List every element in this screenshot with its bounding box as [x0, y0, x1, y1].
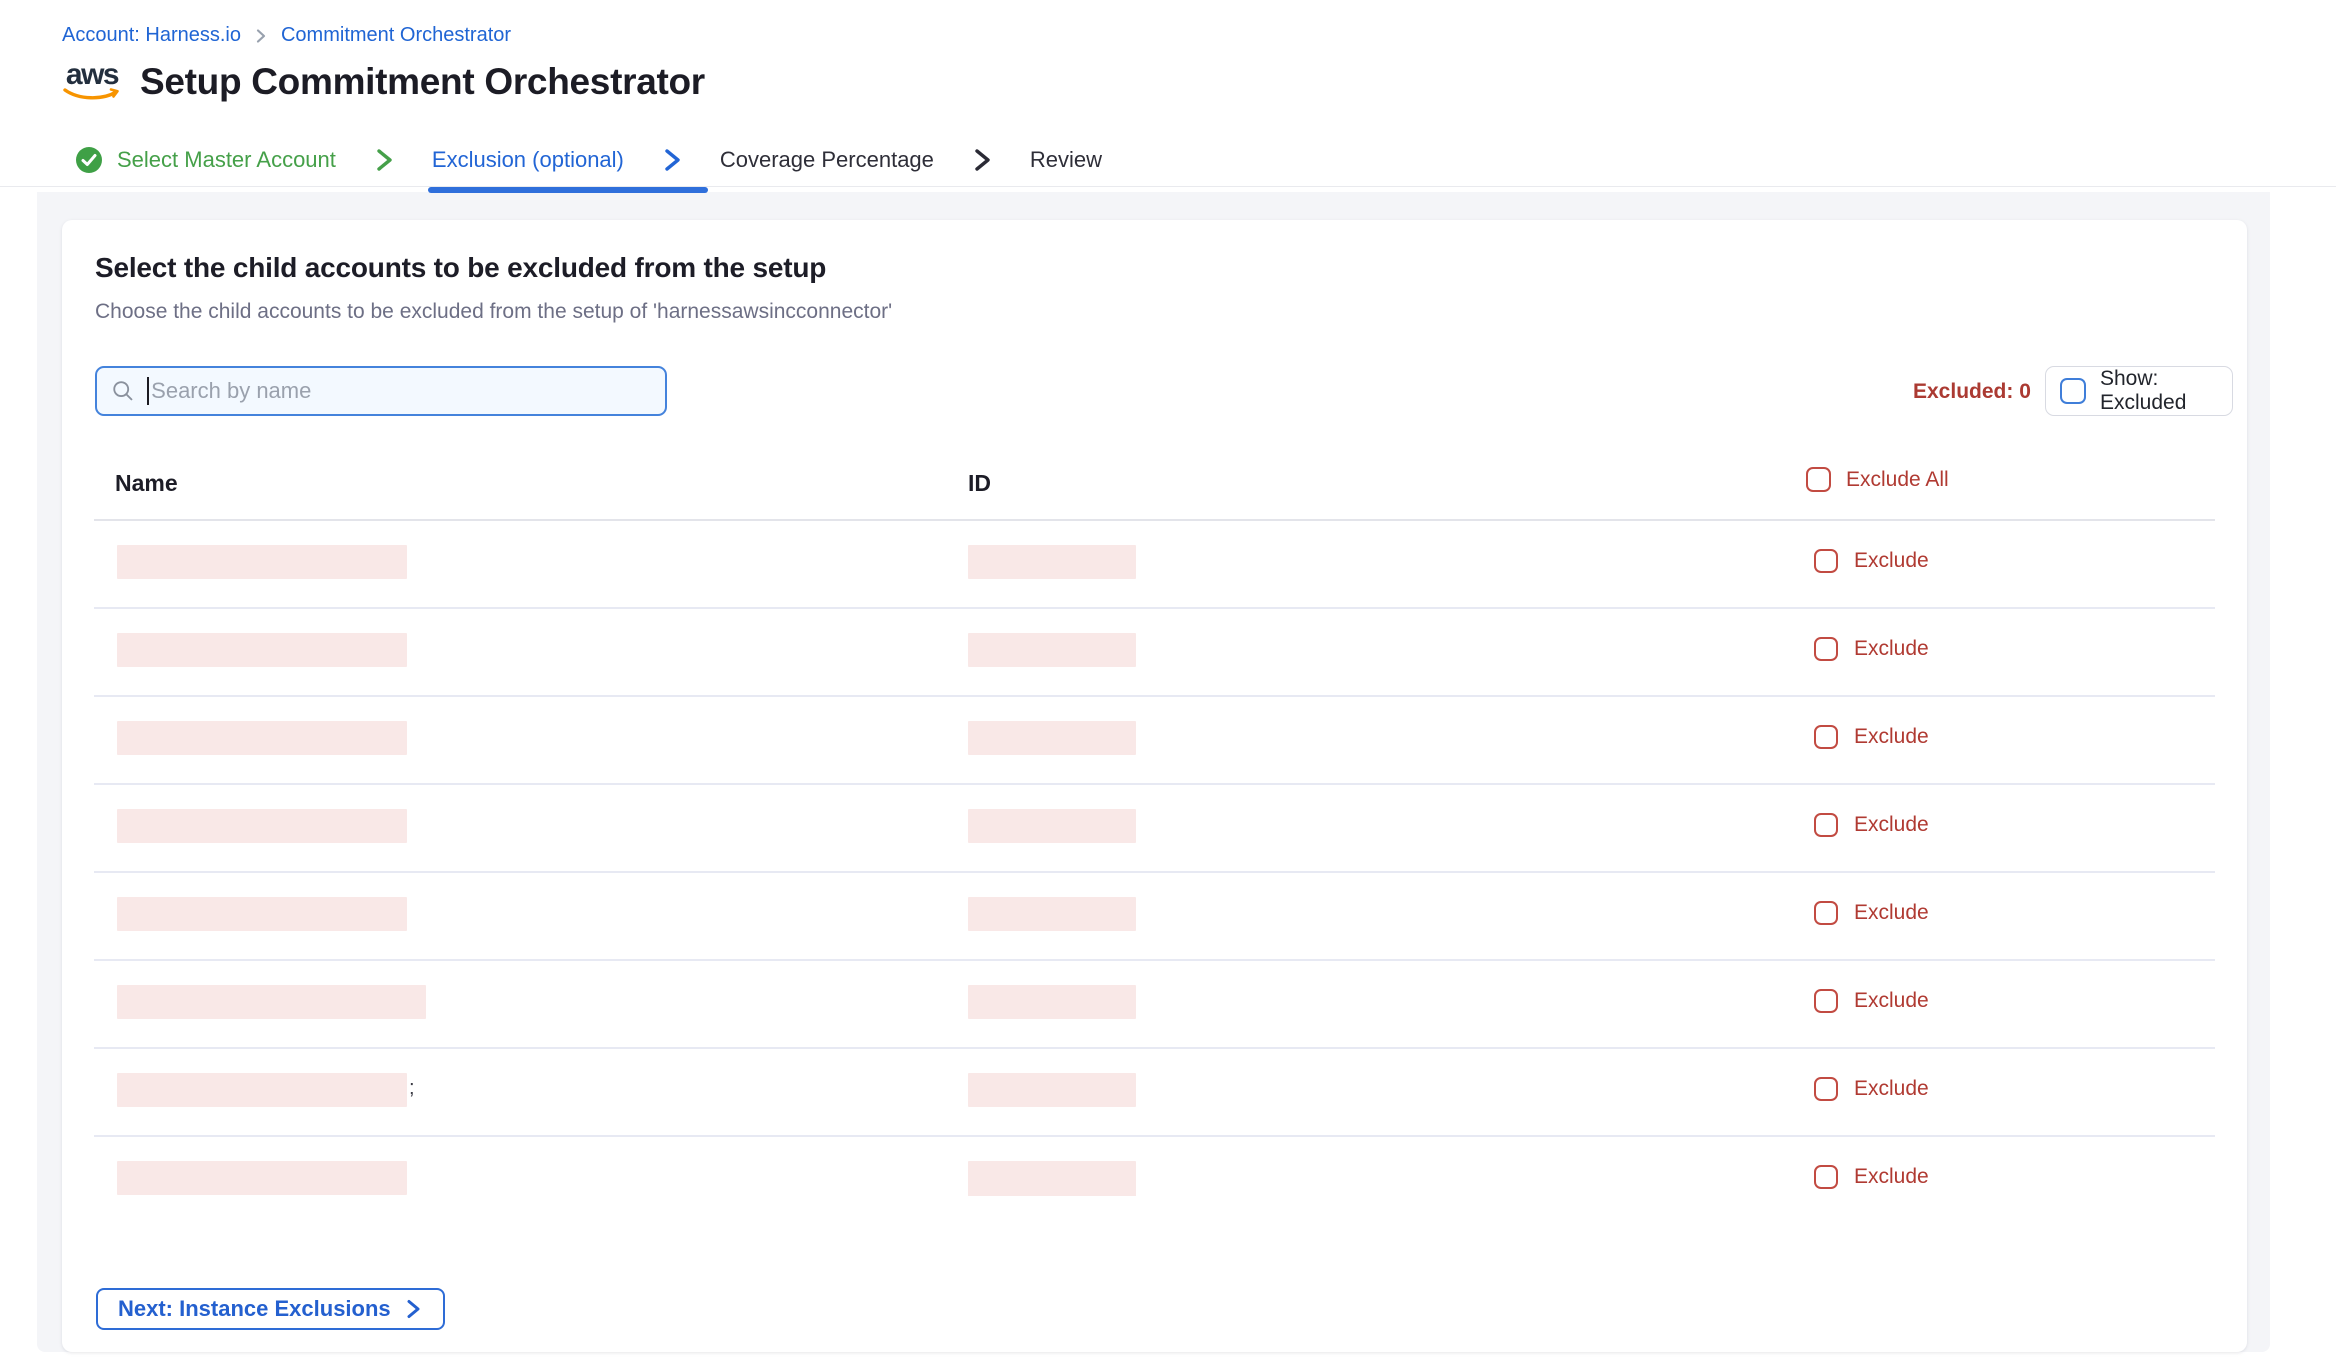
table-row: Exclude — [94, 873, 2215, 961]
breadcrumb-link-account[interactable]: Account: Harness.io — [62, 24, 241, 47]
row-exclude-checkbox[interactable] — [1814, 637, 1838, 661]
excluded-count-badge: Excluded: 0 — [1913, 380, 2031, 404]
aws-logo-swoosh — [63, 88, 121, 102]
row-exclude-checkbox[interactable] — [1814, 549, 1838, 573]
id-redacted-block — [968, 1073, 1136, 1107]
table-row: Exclude — [94, 609, 2215, 697]
row-exclude-control[interactable]: Exclude — [1814, 901, 1929, 925]
row-exclude-control[interactable]: Exclude — [1814, 1077, 1929, 1101]
table-row: Exclude — [94, 521, 2215, 609]
name-redacted-block — [117, 545, 407, 579]
name-redacted-block — [117, 633, 407, 667]
row-exclude-label: Exclude — [1854, 1077, 1929, 1101]
row-exclude-control[interactable]: Exclude — [1814, 725, 1929, 749]
row-exclude-control[interactable]: Exclude — [1814, 637, 1929, 661]
step-label: Coverage Percentage — [720, 147, 934, 173]
name-redacted-block — [117, 1161, 407, 1195]
column-header-id: ID — [968, 470, 991, 497]
name-suffix-text: ; — [409, 1073, 415, 1103]
id-redacted-block — [968, 721, 1136, 755]
exclude-all-checkbox[interactable] — [1806, 467, 1831, 492]
step-review[interactable]: Review — [1030, 147, 1102, 173]
breadcrumb-link-commitment-orchestrator[interactable]: Commitment Orchestrator — [281, 24, 511, 47]
row-exclude-control[interactable]: Exclude — [1814, 989, 1929, 1013]
id-redacted-block — [968, 1161, 1136, 1196]
app-header: Account: Harness.io Commitment Orchestra… — [0, 0, 2336, 192]
row-exclude-label: Exclude — [1854, 549, 1929, 573]
panel-heading: Select the child accounts to be excluded… — [95, 252, 826, 284]
table-row: Exclude — [94, 697, 2215, 785]
exclude-all-control[interactable]: Exclude All — [1806, 467, 1949, 492]
row-exclude-label: Exclude — [1854, 1165, 1929, 1189]
step-label: Exclusion (optional) — [432, 147, 624, 173]
table-row: Exclude — [94, 961, 2215, 1049]
content-background: Select the child accounts to be excluded… — [37, 192, 2270, 1352]
show-excluded-checkbox[interactable] — [2060, 378, 2086, 404]
row-exclude-checkbox[interactable] — [1814, 1077, 1838, 1101]
column-header-name: Name — [115, 470, 178, 497]
table-row: Exclude — [94, 785, 2215, 873]
active-step-underline — [428, 187, 708, 193]
search-icon — [111, 378, 135, 404]
accounts-table-body: Exclude Exclude Exclude Exclude — [62, 521, 2247, 1196]
aws-logo-icon: aws — [62, 62, 122, 102]
row-exclude-label: Exclude — [1854, 725, 1929, 749]
chevron-right-icon — [403, 1298, 423, 1320]
table-row: Exclude — [94, 1137, 2215, 1196]
name-redacted-block — [117, 809, 407, 843]
row-exclude-checkbox[interactable] — [1814, 989, 1838, 1013]
chevron-right-icon — [660, 146, 684, 174]
row-exclude-label: Exclude — [1854, 901, 1929, 925]
step-select-master-account[interactable]: Select Master Account — [75, 146, 336, 174]
row-exclude-checkbox[interactable] — [1814, 1165, 1838, 1189]
breadcrumb: Account: Harness.io Commitment Orchestra… — [62, 24, 511, 47]
name-redacted-block — [117, 897, 407, 931]
show-excluded-label: Show: Excluded — [2100, 367, 2218, 415]
header-divider — [0, 186, 2336, 187]
exclusion-panel: Select the child accounts to be excluded… — [62, 220, 2247, 1352]
exclude-all-label: Exclude All — [1846, 468, 1949, 492]
id-redacted-block — [968, 809, 1136, 843]
id-redacted-block — [968, 545, 1136, 579]
step-coverage-percentage[interactable]: Coverage Percentage — [720, 147, 934, 173]
search-box[interactable] — [95, 366, 667, 416]
row-exclude-label: Exclude — [1854, 813, 1929, 837]
show-excluded-button[interactable]: Show: Excluded — [2045, 366, 2233, 416]
name-redacted-block — [117, 1073, 407, 1107]
row-exclude-label: Exclude — [1854, 989, 1929, 1013]
step-exclusion-optional[interactable]: Exclusion (optional) — [432, 147, 624, 173]
chevron-right-icon — [372, 146, 396, 174]
step-completed-check-icon — [75, 146, 103, 174]
panel-subheading: Choose the child accounts to be excluded… — [95, 300, 892, 324]
row-exclude-label: Exclude — [1854, 637, 1929, 661]
id-redacted-block — [968, 897, 1136, 931]
name-redacted-block — [117, 985, 426, 1019]
page-title: Setup Commitment Orchestrator — [140, 61, 705, 103]
step-label: Review — [1030, 147, 1102, 173]
name-redacted-block — [117, 721, 407, 755]
table-row: ; Exclude — [94, 1049, 2215, 1137]
chevron-right-icon — [970, 146, 994, 174]
id-redacted-block — [968, 985, 1136, 1019]
step-label: Select Master Account — [117, 147, 336, 173]
row-exclude-checkbox[interactable] — [1814, 725, 1838, 749]
row-exclude-checkbox[interactable] — [1814, 813, 1838, 837]
id-redacted-block — [968, 633, 1136, 667]
chevron-right-icon — [253, 28, 269, 44]
search-input[interactable] — [149, 378, 651, 404]
row-exclude-control[interactable]: Exclude — [1814, 549, 1929, 573]
next-button-label: Next: Instance Exclusions — [118, 1296, 391, 1322]
row-exclude-control[interactable]: Exclude — [1814, 1165, 1929, 1189]
next-button[interactable]: Next: Instance Exclusions — [96, 1288, 445, 1330]
aws-logo-text: aws — [66, 62, 118, 88]
row-exclude-checkbox[interactable] — [1814, 901, 1838, 925]
setup-stepper: Select Master Account Exclusion (optiona… — [75, 138, 1102, 182]
row-exclude-control[interactable]: Exclude — [1814, 813, 1929, 837]
